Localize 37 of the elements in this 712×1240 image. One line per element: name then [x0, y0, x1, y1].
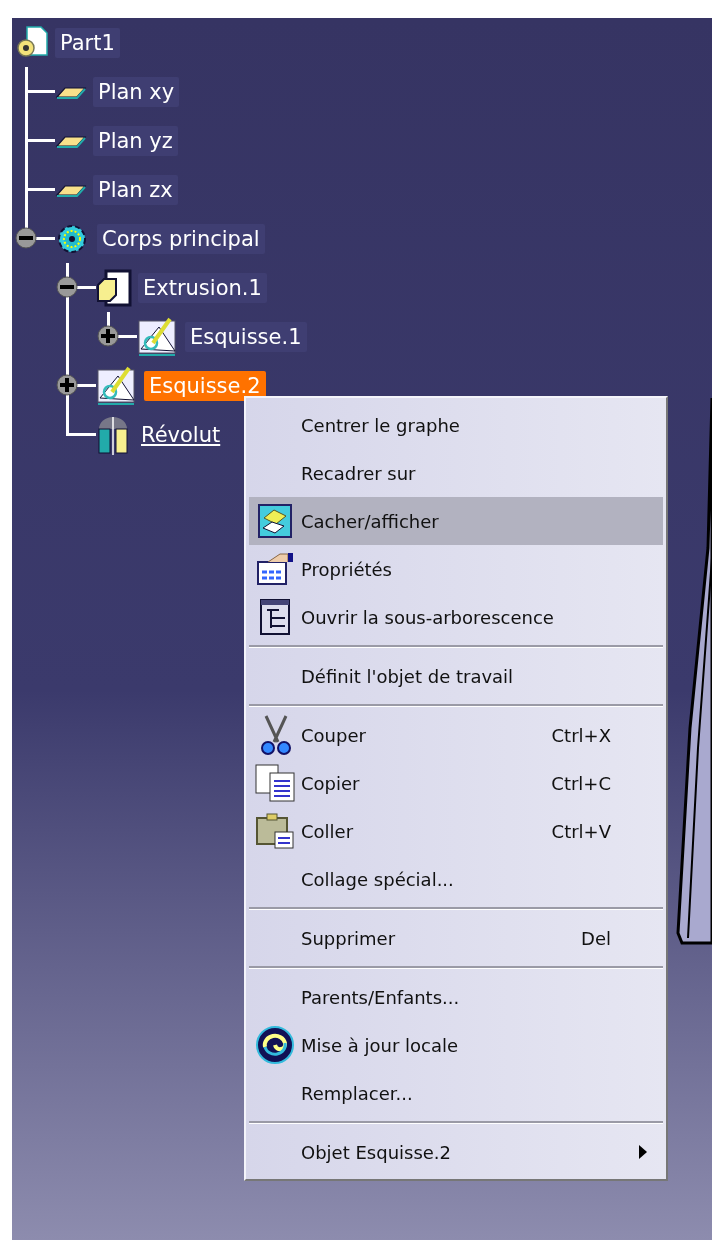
properties-icon [256, 552, 294, 586]
menu-item[interactable]: Remplacer... [249, 1069, 663, 1117]
menu-item[interactable]: Mise à jour locale [249, 1021, 663, 1069]
copy-icon [254, 763, 296, 803]
tree-item[interactable]: Esquisse.1 [185, 321, 307, 352]
clipboard-icon [255, 812, 295, 850]
menu-item[interactable]: Propriétés [249, 545, 663, 593]
tree-item[interactable]: Révolut [136, 419, 226, 450]
menu-item[interactable]: Collage spécial... [249, 855, 663, 903]
menu-item[interactable]: Recadrer sur [249, 449, 663, 497]
tree-item[interactable]: Plan zx [93, 174, 178, 205]
menu-item[interactable]: Cacher/afficher [249, 497, 663, 545]
menu-item[interactable]: Définit l'objet de travail [249, 652, 663, 700]
menu-item[interactable]: Supprimer Del [249, 914, 663, 962]
tree-item[interactable]: Corps principal [97, 223, 265, 254]
swirl-icon [255, 1025, 295, 1065]
scissors-icon [258, 714, 292, 756]
menu-item[interactable]: Copier Ctrl+C [249, 759, 663, 807]
tree-window-icon [259, 598, 291, 636]
menu-item[interactable]: Coller Ctrl+V [249, 807, 663, 855]
collapse-icon[interactable] [15, 227, 37, 249]
tree-item[interactable]: Extrusion.1 [138, 272, 267, 303]
expand-icon[interactable] [97, 325, 119, 347]
menu-item[interactable]: Ouvrir la sous-arborescence [249, 593, 663, 641]
menu-item[interactable]: Parents/Enfants... [249, 973, 663, 1021]
tree-item[interactable]: Part1 [55, 27, 120, 58]
revolve-icon [96, 414, 130, 455]
menu-item[interactable]: Couper Ctrl+X [249, 711, 663, 759]
submenu-arrow-icon [639, 1145, 647, 1159]
document-gear-icon [15, 25, 49, 60]
hide-show-icon [258, 504, 292, 538]
expand-icon[interactable] [56, 374, 78, 396]
menu-item[interactable]: Objet Esquisse.2 [249, 1128, 663, 1176]
collapse-icon[interactable] [56, 276, 78, 298]
tree-item[interactable]: Plan xy [93, 76, 180, 107]
menu-item[interactable]: Centrer le graphe [249, 401, 663, 449]
tree-item[interactable]: Plan yz [93, 125, 178, 156]
